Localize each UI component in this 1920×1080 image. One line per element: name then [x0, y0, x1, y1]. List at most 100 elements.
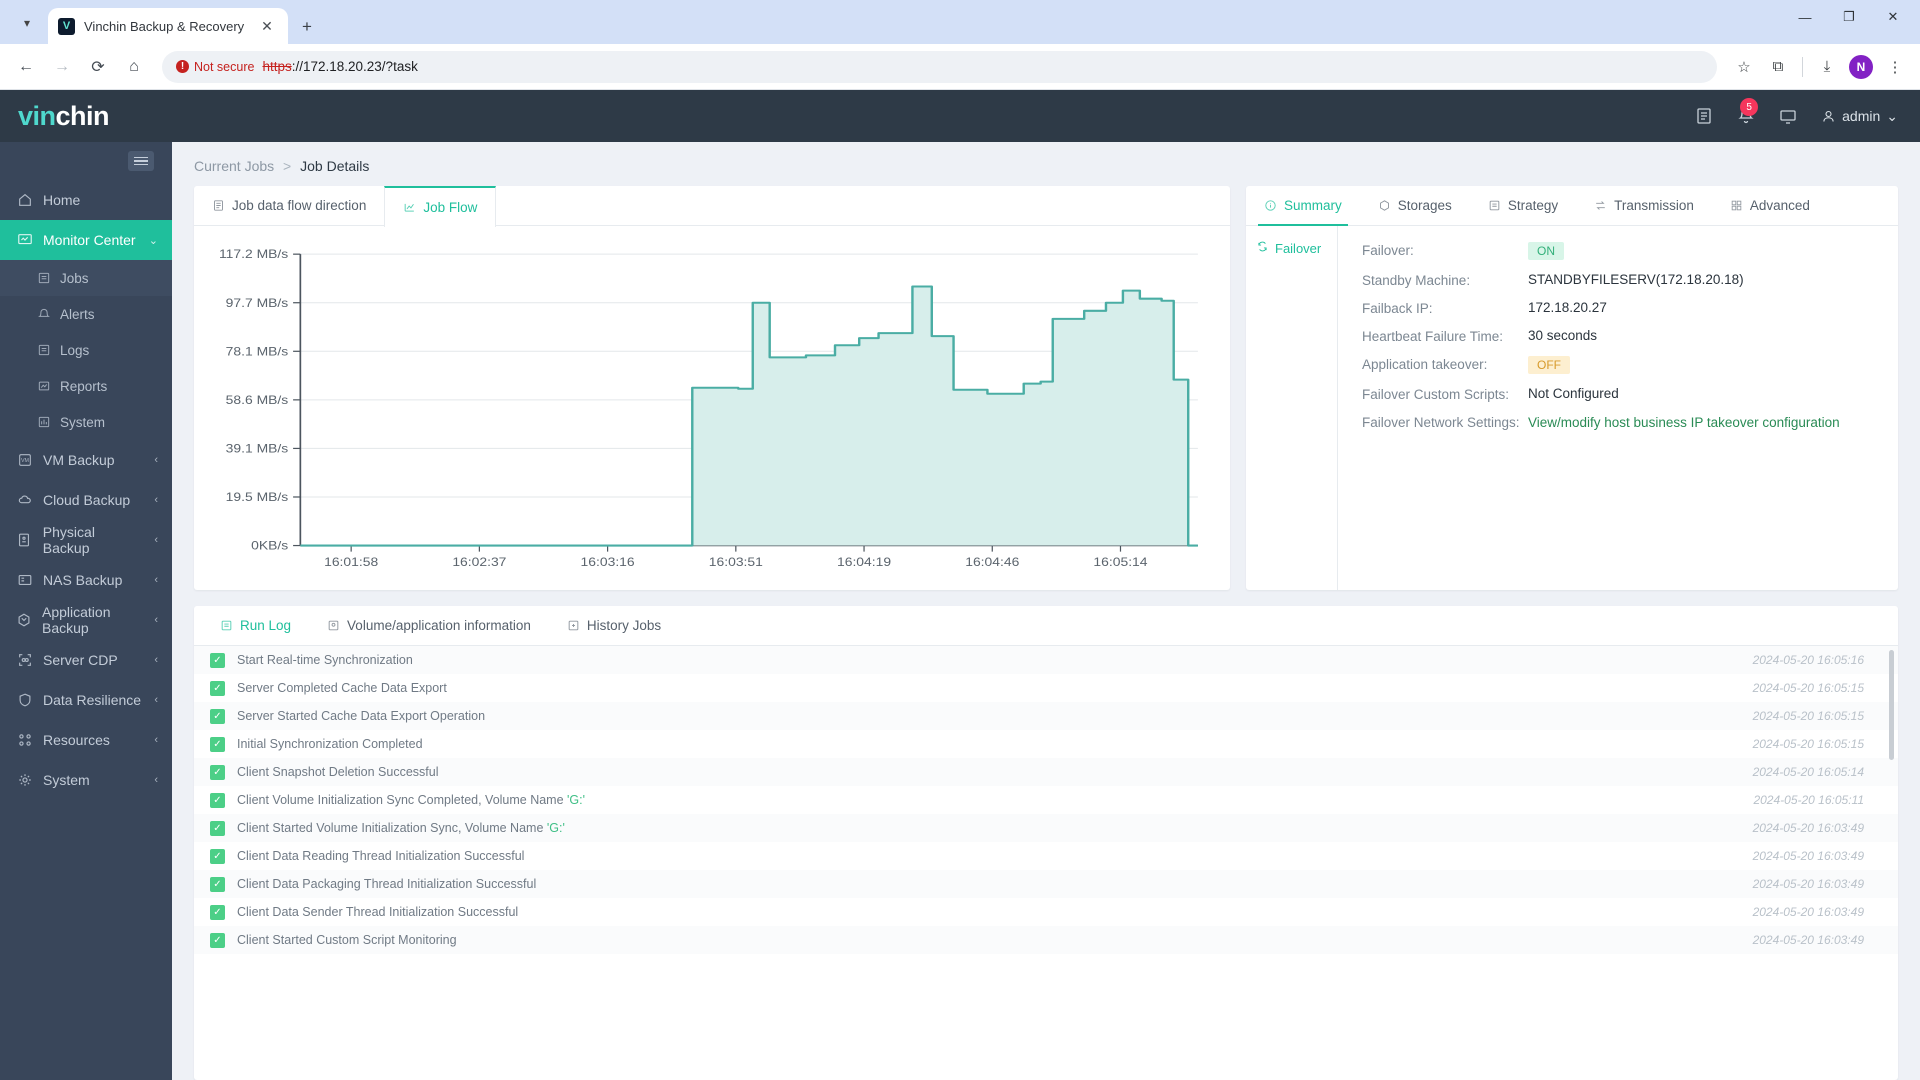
tab-label: Volume/application information: [347, 618, 531, 633]
top-row: Job data flow direction Job Flow 117.2 M…: [194, 186, 1898, 590]
nas-icon: [16, 572, 33, 589]
bell-icon[interactable]: 5: [1737, 98, 1759, 125]
success-check-icon: ✓: [210, 708, 225, 724]
reload-icon[interactable]: ⟳: [82, 51, 114, 83]
field-label: Heartbeat Failure Time:: [1362, 329, 1504, 344]
header-actions: 5 admin ⌄: [1695, 98, 1898, 125]
sidebar-label: System: [43, 772, 90, 788]
log-scrollbar[interactable]: [1889, 650, 1894, 760]
not-secure-badge[interactable]: ! Not secure: [176, 60, 254, 74]
sidebar-item-application-backup[interactable]: Application Backup ‹: [0, 600, 172, 640]
tab-search-button[interactable]: ▾: [10, 6, 44, 40]
download-icon[interactable]: ⤓: [1812, 52, 1842, 82]
sidebar-item-monitor-center[interactable]: Monitor Center ⌄: [0, 220, 172, 260]
tab-strategy[interactable]: Strategy: [1470, 186, 1576, 225]
sidebar-item-physical-backup[interactable]: Physical Backup ‹: [0, 520, 172, 560]
chevron-right-icon: ‹: [154, 694, 158, 706]
sidebar-item-data-resilience[interactable]: Data Resilience ‹: [0, 680, 172, 720]
close-tab-icon[interactable]: ✕: [256, 15, 278, 37]
log-timestamp: 2024-05-20 16:03:49: [1752, 933, 1864, 947]
tab-summary[interactable]: Summary: [1246, 186, 1360, 226]
history-icon: [567, 619, 580, 632]
sidebar-item-home[interactable]: Home: [0, 180, 172, 220]
sidebar-item-jobs[interactable]: Jobs: [0, 260, 172, 296]
breadcrumb: Current Jobs > Job Details: [194, 158, 1898, 174]
sub-tab-failover[interactable]: Failover: [1246, 240, 1337, 256]
minimize-button[interactable]: —: [1784, 2, 1826, 32]
failover-network-settings-link[interactable]: View/modify host business IP takeover co…: [1528, 414, 1840, 432]
report-icon[interactable]: [1695, 107, 1713, 125]
back-icon[interactable]: ←: [10, 51, 42, 83]
browser-menu-icon[interactable]: ⋮: [1880, 52, 1910, 82]
bookmark-star-icon[interactable]: ☆: [1729, 52, 1759, 82]
url-path: ://172.18.20.23/?task: [291, 59, 418, 74]
chevron-down-icon: ⌄: [1886, 107, 1898, 124]
log-row: ✓ Client Snapshot Deletion Successful 20…: [194, 758, 1898, 786]
sidebar-item-logs[interactable]: Logs: [0, 332, 172, 368]
failover-fields: Failover: ON Standby Machine: STANDBYFIL…: [1338, 226, 1898, 590]
tab-label: Transmission: [1614, 198, 1694, 213]
y-tick-label: 39.1 MB/s: [226, 442, 289, 456]
success-check-icon: ✓: [210, 820, 225, 836]
sidebar-item-reports[interactable]: Reports: [0, 368, 172, 404]
chart-tabs: Job data flow direction Job Flow: [194, 186, 1230, 227]
extensions-icon[interactable]: ⧉: [1763, 52, 1793, 82]
log-timestamp: 2024-05-20 16:05:15: [1752, 737, 1864, 751]
user-menu[interactable]: admin ⌄: [1821, 108, 1898, 125]
field-label: Failover:: [1362, 243, 1414, 258]
success-check-icon: ✓: [210, 904, 225, 920]
address-bar[interactable]: ! Not secure https://172.18.20.23/?task: [162, 50, 1717, 83]
profile-avatar[interactable]: N: [1846, 52, 1876, 82]
sidebar-label: Cloud Backup: [43, 492, 131, 508]
log-row: ✓ Initial Synchronization Completed 2024…: [194, 730, 1898, 758]
sidebar-item-vm-backup[interactable]: VM VM Backup ‹: [0, 440, 172, 480]
sidebar-item-alerts[interactable]: Alerts: [0, 296, 172, 332]
breadcrumb-separator: >: [283, 158, 292, 174]
logo-second: chin: [55, 100, 110, 131]
tab-storages[interactable]: Storages: [1360, 186, 1470, 225]
sidebar-item-system[interactable]: System ‹: [0, 760, 172, 800]
success-check-icon: ✓: [210, 876, 225, 892]
chevron-right-icon: ‹: [154, 614, 158, 626]
field-row: Failover: ON: [1362, 242, 1880, 260]
tab-advanced[interactable]: Advanced: [1712, 186, 1828, 225]
sidebar-collapse-button[interactable]: [128, 151, 154, 171]
tab-volume-application-information[interactable]: Volume/application information: [309, 606, 549, 645]
tab-transmission[interactable]: Transmission: [1576, 186, 1712, 225]
field-row: Standby Machine: STANDBYFILESERV(172.18.…: [1362, 272, 1880, 288]
advanced-icon: [1730, 199, 1743, 212]
favicon: V: [58, 17, 75, 35]
field-label: Standby Machine:: [1362, 273, 1471, 288]
home-icon[interactable]: ⌂: [118, 51, 150, 83]
browser-tab[interactable]: V Vinchin Backup & Recovery ✕: [48, 8, 288, 44]
log-message: Client Data Sender Thread Initialization…: [237, 905, 519, 919]
tab-run-log[interactable]: Run Log: [202, 606, 309, 645]
tab-history-jobs[interactable]: History Jobs: [549, 606, 679, 645]
sidebar-label: Monitor Center: [43, 232, 136, 248]
logo-first: vin: [18, 100, 56, 131]
jobs-icon: [36, 271, 51, 286]
breadcrumb-parent[interactable]: Current Jobs: [194, 158, 274, 174]
cdp-icon: [16, 652, 33, 669]
url-scheme: https: [262, 59, 292, 74]
field-label: Failover Custom Scripts:: [1362, 387, 1510, 402]
vinchin-logo[interactable]: vinchin: [18, 100, 110, 132]
job-flow-chart[interactable]: 117.2 MB/s 97.7 MB/s 78.1 MB/s 58.6 MB/s…: [194, 226, 1230, 590]
sidebar-item-cloud-backup[interactable]: Cloud Backup ‹: [0, 480, 172, 520]
x-tick-label: 16:02:37: [452, 555, 506, 569]
sidebar-item-system-monitor[interactable]: System: [0, 404, 172, 440]
status-badge: ON: [1528, 242, 1564, 260]
maximize-button[interactable]: ❐: [1828, 2, 1870, 32]
new-tab-icon[interactable]: +: [296, 16, 318, 38]
sidebar-item-resources[interactable]: Resources ‹: [0, 720, 172, 760]
forward-icon[interactable]: →: [46, 51, 78, 83]
sidebar-item-nas-backup[interactable]: NAS Backup ‹: [0, 560, 172, 600]
tab-job-data-flow-direction[interactable]: Job data flow direction: [194, 186, 384, 225]
browser-tab-bar: ▾ V Vinchin Backup & Recovery ✕ + — ❐ ✕: [0, 0, 1920, 44]
tab-job-flow[interactable]: Job Flow: [384, 186, 497, 227]
close-window-button[interactable]: ✕: [1872, 2, 1914, 32]
sidebar-item-server-cdp[interactable]: Server CDP ‹: [0, 640, 172, 680]
log-list[interactable]: ✓ Start Real-time Synchronization 2024-0…: [194, 646, 1898, 1080]
sidebar-label: Resources: [43, 732, 110, 748]
monitor-icon[interactable]: [1779, 107, 1797, 125]
